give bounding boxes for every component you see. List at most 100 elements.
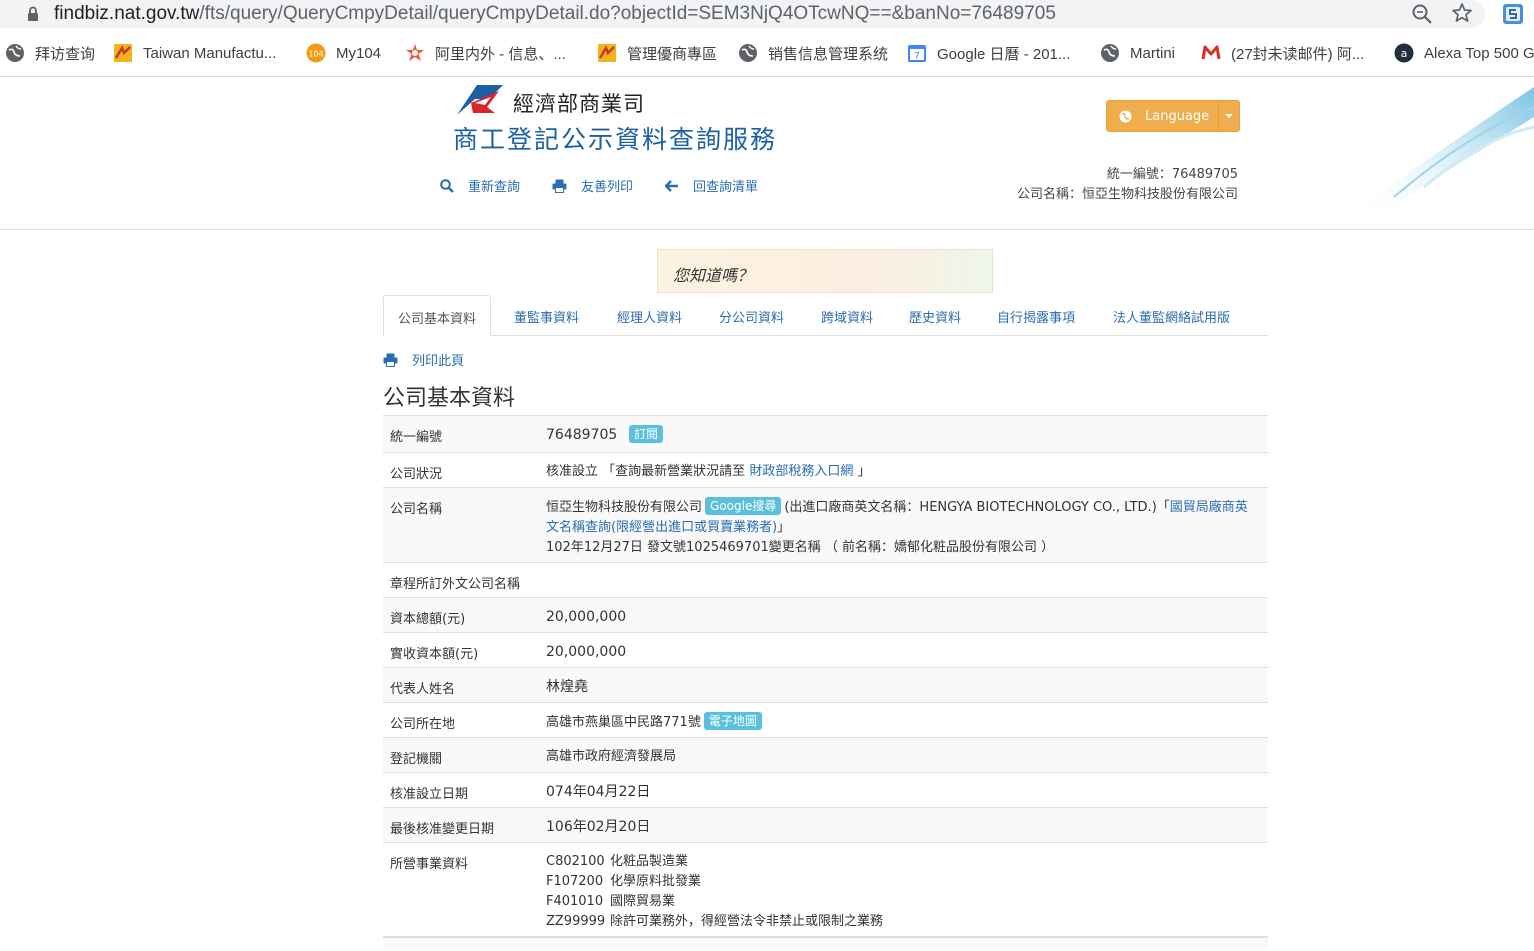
svg-text:7: 7 (914, 52, 920, 62)
tab-cross-domain[interactable]: 跨域資料 (821, 307, 873, 326)
bookmark-star-icon[interactable] (1451, 2, 1473, 24)
row-label: 代表人姓名 (390, 682, 456, 697)
table-row: 章程所訂外文公司名稱 (383, 562, 1268, 597)
ban-no-value: 76489705 (546, 427, 618, 443)
button-divider (1218, 101, 1219, 131)
row-label: 公司所在地 (390, 717, 456, 732)
calendar-icon: 7 (908, 45, 926, 62)
business-item: F107200 化學原料批發業 (546, 872, 1258, 892)
my104-icon: 104 (306, 43, 326, 63)
bookmark-item[interactable]: Martini (1100, 42, 1175, 64)
row-value: 林煌堯 (546, 679, 588, 695)
bookmark-item[interactable]: a Alexa Top 500 G (1394, 42, 1534, 64)
site-icon (114, 44, 132, 62)
bookmark-item[interactable]: 管理優商專區 (597, 42, 717, 64)
status-value: 核准設立 (546, 464, 599, 479)
google-search-badge[interactable]: Google搜尋 (705, 497, 782, 515)
business-code: F401010 (546, 894, 604, 909)
bookmark-item[interactable]: 销售信息管理系统 (738, 42, 888, 64)
did-you-know-banner[interactable]: 您知道嗎？ (657, 249, 993, 293)
tab-bar: 公司基本資料 董監事資料 經理人資料 分公司資料 跨域資料 歷史資料 自行揭露事… (383, 295, 1268, 336)
bookmark-label: (27封未读邮件) 阿... (1231, 45, 1365, 63)
row-label: 所營事業資料 (390, 857, 469, 872)
tab-history[interactable]: 歷史資料 (909, 307, 961, 326)
search-icon (440, 178, 454, 193)
bookmark-item[interactable]: Taiwan Manufactu... (113, 42, 276, 64)
bookmark-item[interactable]: 拜访查询 (5, 42, 95, 64)
table-row: 公司狀況 核准設立 「查詢最新營業狀況請至 財政部稅務入口網 」 (383, 452, 1268, 487)
header-ban-no: 統一編號：76489705 (1106, 167, 1238, 182)
row-value: 20,000,000 (546, 644, 627, 660)
browser-url-bar: findbiz.nat.gov.tw/fts/query/QueryCmpyDe… (0, 0, 1534, 30)
tab-basic-info[interactable]: 公司基本資料 (383, 295, 492, 336)
bookmark-label: Martini (1130, 44, 1176, 62)
globe-icon (1119, 110, 1132, 123)
did-you-know-text: 您知道嗎？ (673, 266, 754, 285)
subscribe-badge[interactable]: 訂閱 (629, 425, 664, 443)
bracket-open: 「 (1156, 500, 1170, 515)
bookmark-item[interactable]: 阿里内外 - 信息、... (405, 42, 566, 64)
bookmark-label: 拜访查询 (35, 45, 96, 63)
print-page-link[interactable]: 列印此頁 (383, 350, 464, 369)
url-path: /fts/query/QueryCmpyDetail/queryCmpyDeta… (199, 3, 1056, 24)
bookmark-label: Alexa Top 500 G (1424, 44, 1534, 62)
omnibox[interactable]: findbiz.nat.gov.tw/fts/query/QueryCmpyDe… (0, 0, 1485, 28)
table-row: 代表人姓名 林煌堯 (383, 667, 1268, 702)
table-row: 最後核准變更日期 106年02月20日 (383, 807, 1268, 842)
svg-text:a: a (1401, 47, 1408, 60)
map-badge[interactable]: 電子地圖 (703, 712, 762, 730)
print-friendly-link[interactable]: 友善列印 (552, 176, 633, 195)
service-title[interactable]: 商工登記公示資料查詢服務 (453, 120, 777, 156)
language-dropdown-button[interactable]: Language (1106, 100, 1240, 132)
business-desc: 化學原料批發業 (610, 874, 702, 889)
business-desc: 化粧品製造業 (610, 854, 689, 869)
tab-directors[interactable]: 董監事資料 (514, 307, 579, 326)
arrow-left-icon (665, 179, 678, 192)
lock-icon[interactable] (27, 6, 39, 22)
row-value: 核准設立 「查詢最新營業狀況請至 財政部稅務入口網 」 (546, 462, 1258, 482)
table-row (383, 937, 1268, 949)
table-row: 登記機關 高雄市政府經濟發展局 (383, 737, 1268, 772)
row-label: 最後核准變更日期 (390, 822, 495, 837)
section-title: 公司基本資料 (383, 386, 516, 411)
svg-text:104: 104 (308, 50, 323, 59)
table-row: 公司名稱 恒亞生物科技股份有限公司 Google搜尋 (出進口廠商英文名稱：HENG… (383, 487, 1268, 562)
business-desc: 國際貿易業 (610, 894, 676, 909)
tab-branches[interactable]: 分公司資料 (719, 307, 784, 326)
tax-portal-link[interactable]: 財政部稅務入口網 (749, 464, 853, 479)
globe-icon (739, 44, 757, 62)
print-friendly-label: 友善列印 (581, 180, 634, 195)
tab-managers[interactable]: 經理人資料 (617, 307, 682, 326)
bookmark-item[interactable]: (27封未读邮件) 阿... (1201, 42, 1364, 64)
globe-icon (6, 44, 24, 62)
header-company-name: 公司名稱：恒亞生物科技股份有限公司 (1016, 187, 1238, 202)
back-to-list-link[interactable]: 回查詢清單 (665, 176, 758, 195)
bracket-close: 」 (777, 520, 791, 535)
row-label: 核准設立日期 (390, 787, 469, 802)
bookmark-label: My104 (336, 44, 382, 62)
alexa-icon: a (1394, 43, 1414, 63)
ministry-logo (457, 85, 503, 115)
url-host: findbiz.nat.gov.tw (54, 3, 200, 24)
language-label: Language (1145, 109, 1210, 124)
ministry-name: 經濟部商業司 (513, 92, 645, 116)
bookmarks-bar: 拜访查询 Taiwan Manufactu... 104 My104 阿里内外 … (0, 30, 1534, 77)
bookmark-label: 销售信息管理系统 (768, 45, 889, 63)
row-label: 統一編號 (390, 430, 443, 445)
tab-self-disclosure[interactable]: 自行揭露事項 (997, 307, 1075, 326)
row-value: 恒亞生物科技股份有限公司 Google搜尋 (出進口廠商英文名稱：HENGYA BI… (546, 497, 1258, 558)
business-code: F107200 (546, 874, 604, 889)
bookmark-item[interactable]: 104 My104 (306, 42, 381, 64)
requery-link[interactable]: 重新查詢 (440, 176, 520, 195)
row-label: 章程所訂外文公司名稱 (390, 577, 521, 592)
url-text[interactable]: findbiz.nat.gov.tw/fts/query/QueryCmpyDe… (54, 3, 1056, 25)
extension-icon[interactable] (1501, 2, 1525, 26)
site-header: 經濟部商業司 商工登記公示資料查詢服務 重新查詢 友善列印 回查詢清單 Lang… (0, 77, 1534, 230)
zoom-icon[interactable] (1411, 3, 1433, 25)
alibaba-icon (406, 44, 424, 61)
status-note-pre: 「查詢最新營業狀況請至 (602, 464, 746, 479)
business-code: C802100 (546, 854, 605, 869)
table-row: 核准設立日期 074年04月22日 (383, 772, 1268, 807)
bookmark-item[interactable]: 7 Google 日曆 - 201... (907, 42, 1070, 64)
tab-corporate-network[interactable]: 法人董監網絡試用版 (1113, 307, 1230, 326)
